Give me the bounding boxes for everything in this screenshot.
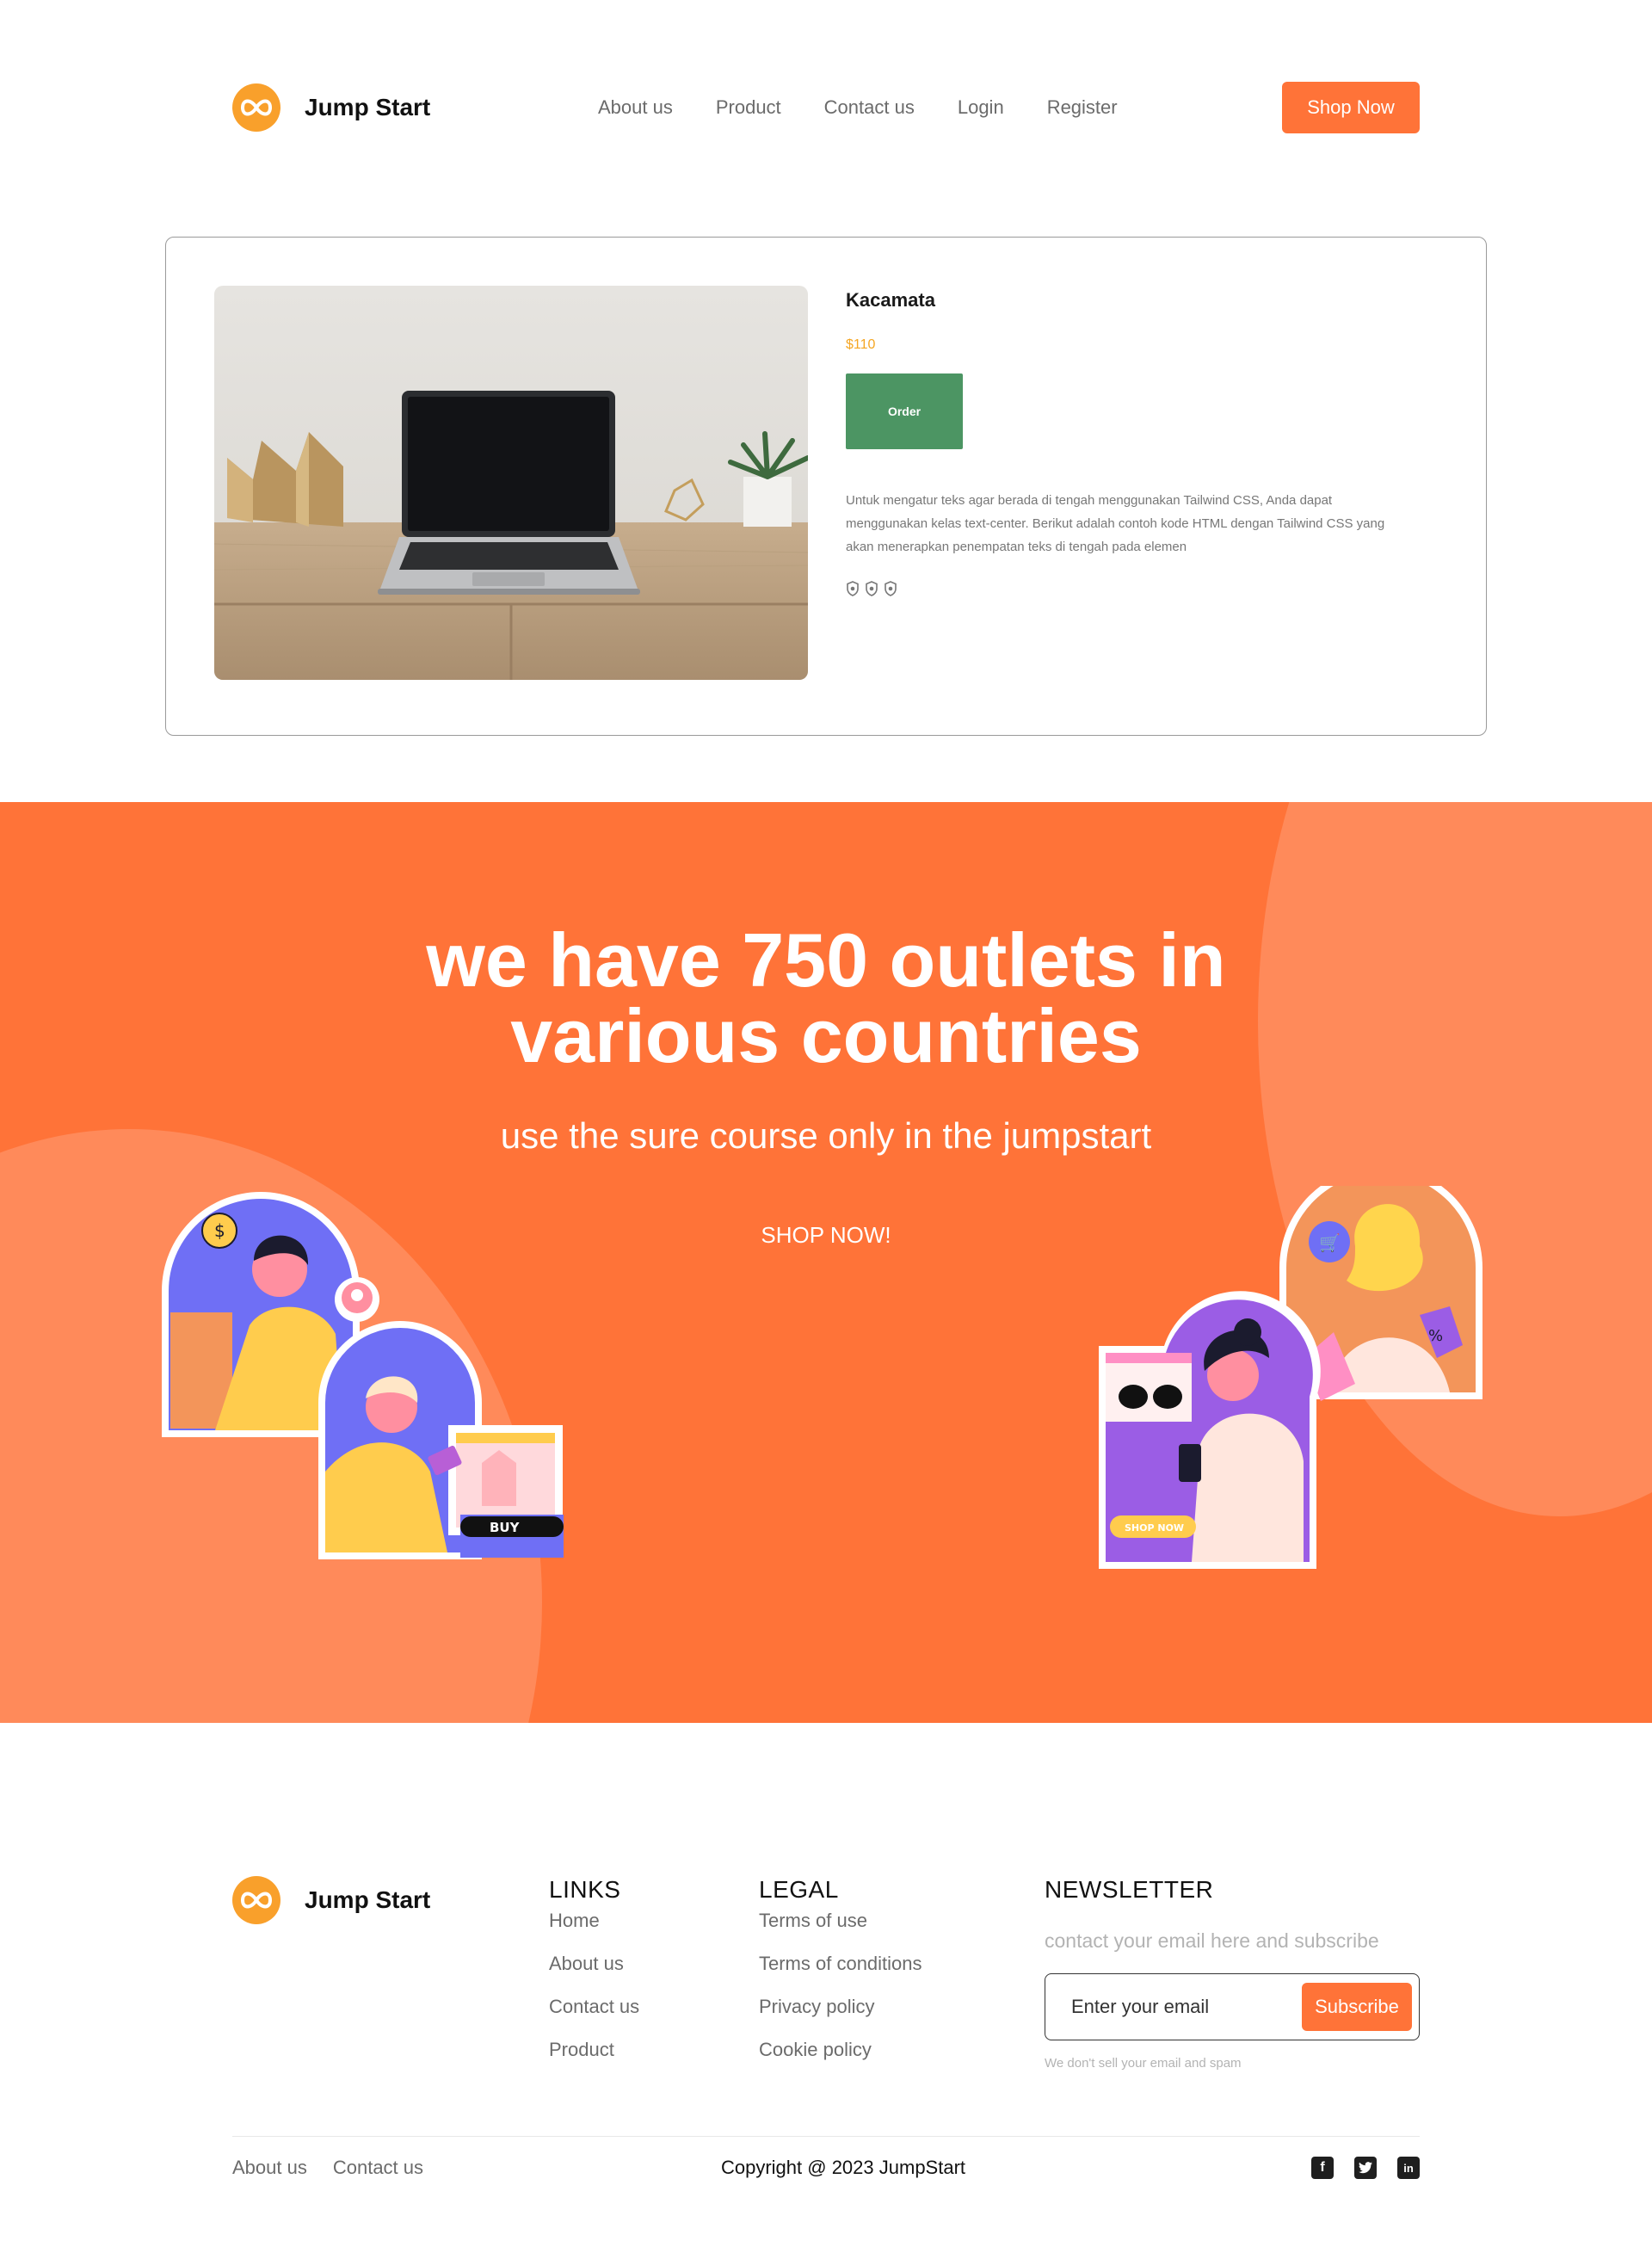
footer-newsletter-column: NEWSLETTER contact your email here and s… <box>1045 1876 1420 2071</box>
promo-banner: we have 750 outlets in various countries… <box>0 802 1652 1723</box>
product-price: $110 <box>846 337 876 352</box>
nav-links: About us Product Contact us Login Regist… <box>598 82 1118 133</box>
shopper-illustration-left: $ BUY <box>162 1192 564 1559</box>
footer-link-home[interactable]: Home <box>549 1905 639 1936</box>
navbar: Jump Start About us Product Contact us L… <box>232 82 1420 133</box>
footer-links-column: LINKS Home About us Contact us Product <box>549 1876 639 2065</box>
promo-shop-now-link[interactable]: SHOP NOW! <box>740 1222 912 1249</box>
nav-link-product[interactable]: Product <box>716 96 781 119</box>
svg-text:$: $ <box>214 1220 225 1241</box>
nav-link-contact-us[interactable]: Contact us <box>824 96 915 119</box>
shield-icon <box>885 581 897 596</box>
footer-link-terms-of-conditions[interactable]: Terms of conditions <box>759 1948 922 1979</box>
footer: Jump Start LINKS Home About us Contact u… <box>232 1850 1420 2194</box>
twitter-icon[interactable] <box>1354 2157 1377 2179</box>
shopper-illustration-right: 🛒 % SHOP NOW <box>1099 1186 1482 1569</box>
footer-links-title: LINKS <box>549 1876 621 1903</box>
footer-link-cookie-policy[interactable]: Cookie policy <box>759 2034 922 2065</box>
promo-title: we have 750 outlets in various countries <box>426 917 1226 1078</box>
product-image <box>214 286 808 680</box>
shop-now-button[interactable]: Shop Now <box>1282 82 1420 133</box>
brand[interactable]: Jump Start <box>232 82 430 133</box>
footer-link-about-us[interactable]: About us <box>549 1948 639 1979</box>
newsletter-email-input[interactable] <box>1071 1974 1286 2039</box>
newsletter-note: We don't sell your email and spam <box>1045 2056 1242 2071</box>
footer-brand[interactable]: Jump Start <box>232 1876 430 1924</box>
footer-link-terms-of-use[interactable]: Terms of use <box>759 1905 922 1936</box>
brand-name: Jump Start <box>305 94 431 120</box>
shield-icon <box>866 581 878 596</box>
footer-link-product[interactable]: Product <box>549 2034 639 2065</box>
order-button[interactable]: Order <box>846 373 963 449</box>
footer-link-contact-us[interactable]: Contact us <box>549 1991 639 2022</box>
product-description: Untuk mengatur teks agar berada di tenga… <box>846 493 1385 554</box>
shop-now-sticker-text: SHOP NOW <box>1125 1522 1184 1534</box>
copyright: Copyright @ 2023 JumpStart <box>720 2157 966 2178</box>
svg-text:🛒: 🛒 <box>1319 1232 1341 1253</box>
jumpstart-logo-icon <box>232 83 280 132</box>
nav-link-register[interactable]: Register <box>1047 96 1118 119</box>
subscribe-button[interactable]: Subscribe <box>1302 1983 1412 2031</box>
newsletter-form: Subscribe <box>1045 1973 1420 2040</box>
social-links: f in <box>1311 2157 1420 2179</box>
footer-link-privacy-policy[interactable]: Privacy policy <box>759 1991 922 2022</box>
facebook-icon[interactable]: f <box>1311 2157 1334 2179</box>
rating-icons <box>846 581 1431 596</box>
shield-icon <box>847 581 859 596</box>
product-name: Kacamata <box>846 289 935 311</box>
linkedin-icon[interactable]: in <box>1397 2157 1420 2179</box>
product-info: Kacamata $110 Order Untuk mengatur teks … <box>846 289 1431 596</box>
footer-divider <box>232 2136 1420 2137</box>
footer-legal-title: LEGAL <box>759 1876 839 1903</box>
nav-link-about-us[interactable]: About us <box>598 96 673 119</box>
svg-text:%: % <box>1428 1327 1443 1345</box>
buy-sticker-text: BUY <box>490 1520 521 1535</box>
promo-subtitle: use the sure course only in the jumpstar… <box>500 1115 1152 1156</box>
newsletter-description: contact your email here and subscribe <box>1045 1929 1379 1952</box>
product-card: Kacamata $110 Order Untuk mengatur teks … <box>165 237 1487 736</box>
jumpstart-logo-icon <box>232 1876 280 1924</box>
footer-legal-column: LEGAL Terms of use Terms of conditions P… <box>759 1876 922 2065</box>
footer-brand-name: Jump Start <box>305 1886 431 1913</box>
nav-link-login[interactable]: Login <box>958 96 1004 119</box>
newsletter-title: NEWSLETTER <box>1045 1876 1214 1903</box>
